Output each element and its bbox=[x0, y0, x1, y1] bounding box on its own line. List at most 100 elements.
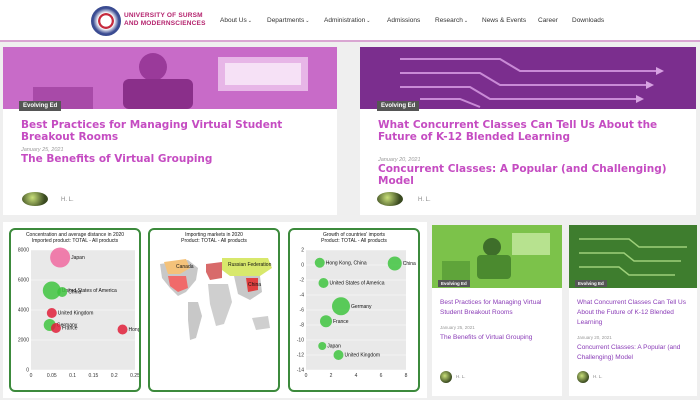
y-tick-label: 8000 bbox=[18, 248, 29, 254]
x-tick-label: 0 bbox=[305, 373, 308, 379]
south-america-shape bbox=[188, 302, 202, 340]
circuit-illustration bbox=[569, 225, 697, 288]
x-tick-label: 8 bbox=[405, 373, 408, 379]
author-avatar bbox=[377, 192, 403, 206]
y-tick-label: 4000 bbox=[18, 308, 29, 314]
map-label-china: China bbox=[248, 282, 261, 288]
x-tick-label: 0 bbox=[30, 373, 33, 379]
data-label: Germany bbox=[351, 304, 372, 310]
nav-label: Career bbox=[538, 17, 558, 24]
y-tick-label: 0 bbox=[301, 263, 304, 269]
europe-shape bbox=[206, 262, 222, 280]
world-map: Canada Russian Federation China bbox=[160, 258, 272, 340]
chart-subtitle: Product: TOTAL - All products bbox=[181, 238, 247, 244]
article-subtitle[interactable]: Concurrent Classes: A Popular (and Chall… bbox=[577, 343, 695, 363]
data-label: France bbox=[333, 319, 349, 325]
map-label-canada: Canada bbox=[176, 264, 194, 270]
article-subtitle[interactable]: Concurrent Classes: A Popular (and Chall… bbox=[378, 163, 678, 187]
x-tick-label: 0.15 bbox=[89, 373, 99, 379]
chart-title: Growth of countries' imports Product: TO… bbox=[290, 232, 418, 244]
nav-downloads[interactable]: Downloads bbox=[572, 17, 604, 24]
article-subtitle[interactable]: The Benefits of Virtual Grouping bbox=[21, 153, 321, 165]
data-point bbox=[332, 297, 350, 316]
data-label: United Kingdom bbox=[345, 353, 381, 359]
imports-growth-chart[interactable]: Growth of countries' imports Product: TO… bbox=[288, 228, 420, 392]
article-card[interactable]: Evolving Ed Best Practices for Managing … bbox=[3, 47, 337, 215]
x-tick-label: 0.05 bbox=[47, 373, 57, 379]
chevron-down-icon: ⌄ bbox=[366, 18, 371, 24]
x-tick-label: 0.25 bbox=[130, 373, 139, 379]
article-image[interactable] bbox=[360, 47, 696, 109]
data-point bbox=[318, 342, 327, 350]
nav-label: Admissions bbox=[387, 17, 421, 24]
data-label: Hong Kong, China bbox=[326, 260, 367, 266]
article-title[interactable]: Best Practices for Managing Virtual Stud… bbox=[21, 119, 321, 143]
y-tick-label: -14 bbox=[297, 368, 304, 374]
data-point bbox=[117, 324, 128, 335]
brand-line-2: AND MODERNSCIENCES bbox=[124, 20, 206, 27]
nav-career[interactable]: Career bbox=[538, 17, 558, 24]
article-title[interactable]: What Concurrent Classes Can Tell Us Abou… bbox=[577, 298, 695, 328]
article-card[interactable]: Evolving Ed What Concurrent Classes Can … bbox=[569, 225, 697, 396]
nav-about-us[interactable]: About Us⌄ bbox=[220, 17, 252, 24]
data-point bbox=[50, 247, 71, 268]
author-name: H. L. bbox=[593, 374, 603, 379]
chevron-down-icon: ⌄ bbox=[463, 18, 469, 24]
x-tick-label: 2 bbox=[330, 373, 333, 379]
data-label: China bbox=[403, 261, 416, 267]
australia-shape bbox=[252, 316, 270, 330]
data-label: France bbox=[62, 326, 78, 332]
data-point bbox=[50, 323, 61, 333]
article-title[interactable]: Best Practices for Managing Virtual Stud… bbox=[440, 298, 558, 318]
article-card[interactable]: Evolving Ed Best Practices for Managing … bbox=[432, 225, 562, 396]
article-image[interactable] bbox=[3, 47, 337, 109]
nav-label: Downloads bbox=[572, 17, 605, 24]
x-tick-label: 0.1 bbox=[69, 373, 76, 379]
article-date: January 25, 2021 bbox=[440, 325, 475, 330]
y-tick-label: -8 bbox=[300, 323, 305, 329]
nav-departments[interactable]: Departments⌄ bbox=[267, 17, 309, 24]
nav-research[interactable]: Research⌄ bbox=[435, 17, 468, 24]
category-tag[interactable]: Evolving Ed bbox=[19, 101, 62, 111]
article-title[interactable]: What Concurrent Classes Can Tell Us Abou… bbox=[378, 119, 678, 143]
nav-label: Administration bbox=[324, 17, 366, 24]
university-logo[interactable] bbox=[91, 6, 121, 36]
article-image[interactable] bbox=[569, 225, 697, 288]
x-tick-label: 0.2 bbox=[111, 373, 118, 379]
chart-title: Importing markets in 2020 Product: TOTAL… bbox=[150, 232, 278, 244]
site-header: UNIVERSITY OF SURSM AND MODERNSCIENCES A… bbox=[0, 0, 700, 42]
nav-admissions[interactable]: Admissions bbox=[387, 17, 420, 24]
brand-name[interactable]: UNIVERSITY OF SURSM AND MODERNSCIENCES bbox=[124, 12, 206, 28]
data-point bbox=[320, 315, 332, 328]
nav-administration[interactable]: Administration⌄ bbox=[324, 17, 370, 24]
category-tag[interactable]: Evolving Ed bbox=[438, 280, 470, 287]
author-name: H. L. bbox=[61, 197, 74, 203]
category-tag[interactable]: Evolving Ed bbox=[575, 280, 607, 287]
chart-title: Concentration and average distance in 20… bbox=[11, 232, 139, 244]
y-tick-label: -6 bbox=[300, 308, 305, 314]
nav-label: About Us bbox=[220, 17, 247, 24]
author-avatar bbox=[440, 371, 452, 383]
data-point bbox=[318, 278, 329, 288]
data-label: China bbox=[68, 290, 81, 296]
data-label: United States of America bbox=[330, 281, 385, 287]
scatter-plot: 20-2-4-6-8-10-12-140 2 4 6 8Hong Kong, China… bbox=[297, 248, 416, 380]
x-tick-label: 4 bbox=[355, 373, 358, 379]
nav-news-events[interactable]: News & Events bbox=[482, 17, 526, 24]
classroom-photo bbox=[432, 225, 562, 288]
page: UNIVERSITY OF SURSM AND MODERNSCIENCES A… bbox=[0, 0, 700, 400]
importing-markets-map[interactable]: Importing markets in 2020 Product: TOTAL… bbox=[148, 228, 280, 392]
article-image[interactable] bbox=[432, 225, 562, 288]
data-label: Japan bbox=[327, 344, 341, 350]
nav-label: Research bbox=[435, 17, 463, 24]
y-tick-label: -12 bbox=[297, 353, 304, 359]
article-card[interactable]: Evolving Ed What Concurrent Classes Can … bbox=[360, 47, 696, 215]
y-tick-label: 6000 bbox=[18, 278, 29, 284]
concentration-chart[interactable]: Concentration and average distance in 20… bbox=[9, 228, 141, 392]
data-point bbox=[387, 256, 402, 271]
y-tick-label: -4 bbox=[300, 293, 305, 299]
category-tag[interactable]: Evolving Ed bbox=[377, 101, 420, 111]
data-point bbox=[333, 350, 344, 360]
data-point bbox=[314, 257, 325, 268]
article-subtitle[interactable]: The Benefits of Virtual Grouping bbox=[440, 333, 558, 343]
